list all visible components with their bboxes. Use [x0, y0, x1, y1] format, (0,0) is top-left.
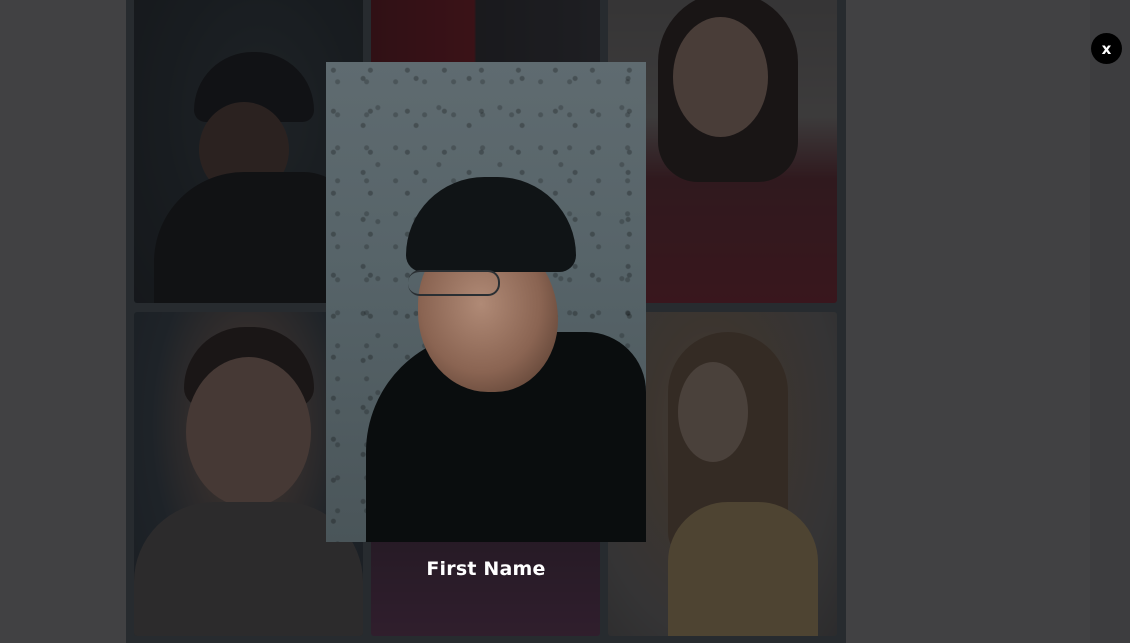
close-icon: x: [1101, 39, 1112, 58]
lightbox-image: [326, 62, 646, 542]
page: First Name x: [0, 0, 1130, 643]
lightbox-caption: First Name: [426, 558, 546, 580]
glasses-shape: [408, 270, 500, 296]
beanie-shape: [406, 177, 576, 272]
close-button[interactable]: x: [1091, 33, 1122, 64]
